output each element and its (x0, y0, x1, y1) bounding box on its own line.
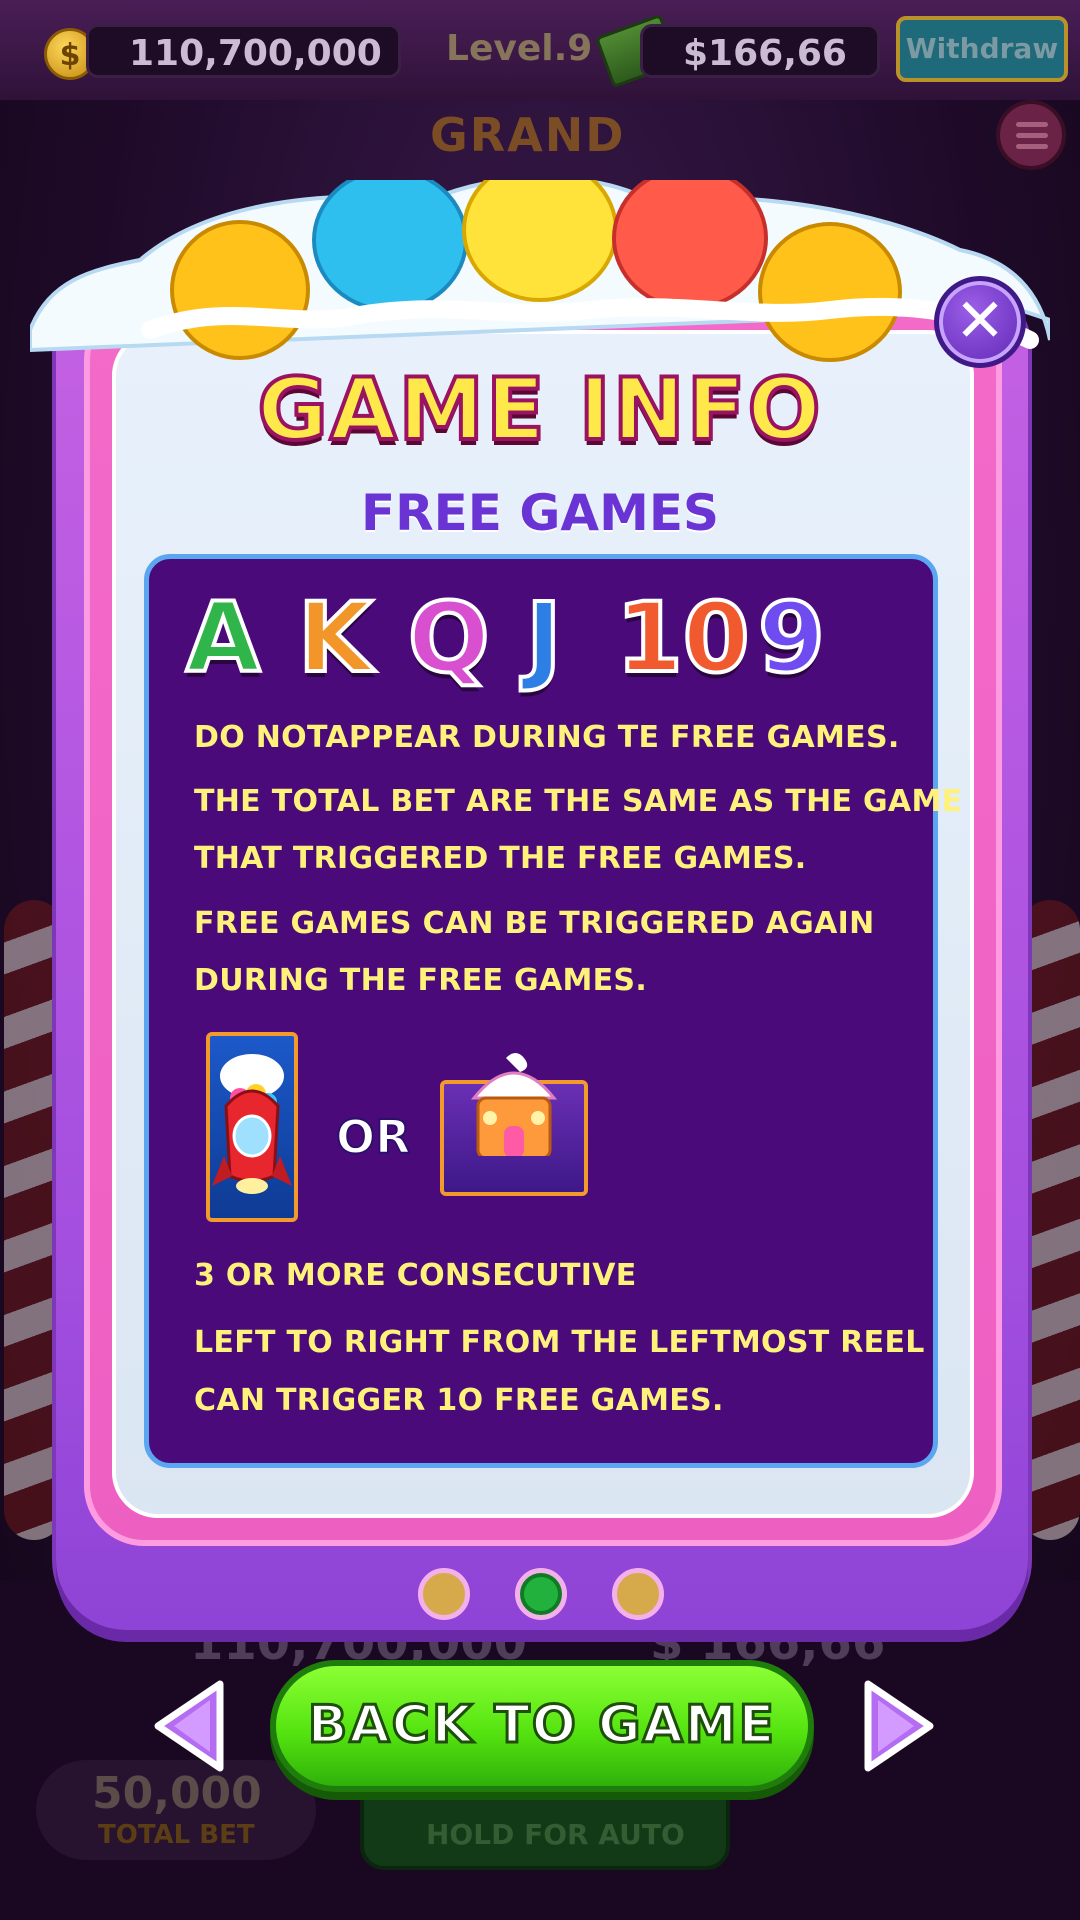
menu-button[interactable] (996, 100, 1066, 170)
candy-ball-yellow (170, 220, 310, 360)
card-symbol-j: J (524, 580, 564, 696)
cupcake-house-symbol-icon (440, 1053, 588, 1196)
snow-cap-decoration (30, 180, 1050, 362)
total-bet-label: TOTAL BET (98, 1820, 255, 1850)
rocket-symbol-icon (206, 1032, 298, 1222)
cash-balance: $166,66 (640, 24, 880, 78)
level-indicator: Level.9 (446, 28, 593, 69)
close-button[interactable]: ✕ (934, 276, 1026, 368)
card-symbol-10: 10 (614, 580, 752, 696)
coin-balance: 110,700,000 (86, 24, 401, 78)
candy-cane-pillar (4, 900, 64, 1540)
card-symbol-a: A (184, 580, 262, 696)
card-symbol-9: 9 (756, 580, 827, 696)
info-line: DO NOTAPPEAR DURING TE FREE GAMES. (194, 720, 900, 755)
or-label: OR (335, 1109, 412, 1165)
withdraw-button[interactable]: Withdraw (896, 16, 1068, 82)
candy-ball-yellow (462, 180, 618, 302)
arrow-right-icon[interactable] (856, 1676, 940, 1776)
candy-ball-red (612, 180, 768, 310)
info-line: THE TOTAL BET ARE THE SAME AS THE GAME (194, 784, 963, 819)
modal-title: GAME INFO (255, 358, 823, 462)
close-icon: ✕ (954, 286, 1006, 356)
info-line: LEFT TO RIGHT FROM THE LEFTMOST REEL (194, 1325, 925, 1360)
arrow-left-icon[interactable] (148, 1676, 232, 1776)
back-to-game-button[interactable]: BACK TO GAME (270, 1660, 814, 1792)
spin-hint: HOLD FOR AUTO (426, 1818, 685, 1851)
candy-cane-pillar (1020, 900, 1080, 1540)
card-symbol-k: K (296, 580, 374, 696)
page-dot-3[interactable] (612, 1568, 664, 1620)
info-line: DURING THE FREE GAMES. (194, 963, 648, 998)
modal-subtitle: FREE GAMES (360, 484, 720, 542)
info-line: FREE GAMES CAN BE TRIGGERED AGAIN (194, 906, 875, 941)
card-symbol-q: Q (406, 580, 492, 696)
info-line: THAT TRIGGERED THE FREE GAMES. (194, 841, 807, 876)
page-dot-2-active[interactable] (515, 1568, 567, 1620)
candy-ball-blue (312, 180, 468, 312)
page-dot-1[interactable] (418, 1568, 470, 1620)
top-bar: $ 110,700,000 Level.9 $166,66 Withdraw (0, 0, 1080, 100)
info-line: CAN TRIGGER 1O FREE GAMES. (194, 1383, 724, 1418)
candy-ball-yellow (758, 222, 902, 362)
jackpot-label: GRAND (430, 108, 626, 162)
info-line: 3 OR MORE CONSECUTIVE (194, 1258, 637, 1293)
